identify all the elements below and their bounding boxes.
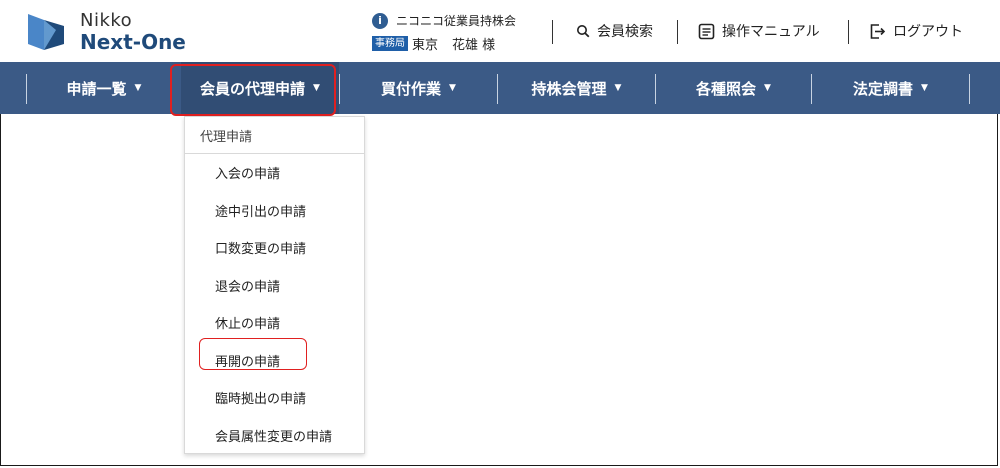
nav-item-association-management[interactable]: 持株会管理 ▼ (498, 62, 655, 114)
info-icon[interactable]: i (372, 12, 388, 29)
nav-item-purchase-work[interactable]: 買付作業 ▼ (340, 62, 497, 114)
user-info: i ニコニコ従業員持株会 事務局 東京 花雄 様 (372, 12, 516, 53)
search-icon (577, 25, 590, 38)
header-divider (552, 20, 553, 44)
brand-logo[interactable]: Nikko Next-One (24, 10, 186, 54)
member-search-link[interactable]: 会員検索 (576, 21, 653, 41)
user-name: 花雄 様 (452, 38, 496, 53)
menu-item-partial-withdrawal[interactable]: 途中引出の申請 (185, 192, 364, 230)
app-header: Nikko Next-One i ニコニコ従業員持株会 事務局 東京 花雄 様 … (0, 0, 1000, 62)
header-divider (677, 20, 678, 44)
brand-name-line2: Next-One (80, 30, 186, 54)
nav-divider (969, 74, 970, 104)
menu-item-attribute-change[interactable]: 会員属性変更の申請 (185, 417, 364, 455)
menu-item-enrollment[interactable]: 入会の申請 (185, 154, 364, 192)
nav-item-applications[interactable]: 申請一覧 ▼ (27, 62, 181, 114)
dropdown-section-header: 代理申請 (185, 117, 364, 154)
brand-logo-icon (28, 14, 64, 50)
proxy-application-dropdown: 代理申請 入会の申請 途中引出の申請 口数変更の申請 退会の申請 休止の申請 再… (184, 116, 365, 454)
logout-icon (870, 23, 886, 39)
menu-item-withdrawal[interactable]: 退会の申請 (185, 267, 364, 305)
nav-item-statutory-reports[interactable]: 法定調書 ▼ (812, 62, 969, 114)
highlight-box-nav (170, 64, 336, 116)
chevron-down-icon: ▼ (449, 83, 456, 93)
chevron-down-icon: ▼ (614, 83, 622, 93)
menu-item-suspension[interactable]: 休止の申請 (185, 304, 364, 342)
chevron-down-icon: ▼ (921, 83, 928, 93)
manual-icon (698, 23, 715, 39)
chevron-down-icon: ▼ (764, 83, 771, 93)
header-divider (848, 20, 849, 44)
user-location: 東京 (412, 38, 439, 53)
menu-item-unit-change[interactable]: 口数変更の申請 (185, 229, 364, 267)
main-nav: 申請一覧 ▼ 会員の代理申請 ▼ 買付作業 ▼ 持株会管理 ▼ 各種照会 ▼ 法定調書 ▼ (0, 62, 1000, 114)
chevron-down-icon: ▼ (134, 83, 142, 93)
nav-item-inquiries[interactable]: 各種照会 ▼ (656, 62, 811, 114)
menu-item-extra-contribution[interactable]: 臨時拠出の申請 (185, 379, 364, 417)
role-badge: 事務局 (372, 36, 408, 51)
highlight-box-resumption (199, 338, 307, 370)
brand-name-line1: Nikko (80, 10, 133, 31)
logout-link[interactable]: ログアウト (869, 21, 963, 41)
association-name: ニコニコ従業員持株会 (396, 14, 517, 28)
manual-link[interactable]: 操作マニュアル (698, 21, 820, 41)
